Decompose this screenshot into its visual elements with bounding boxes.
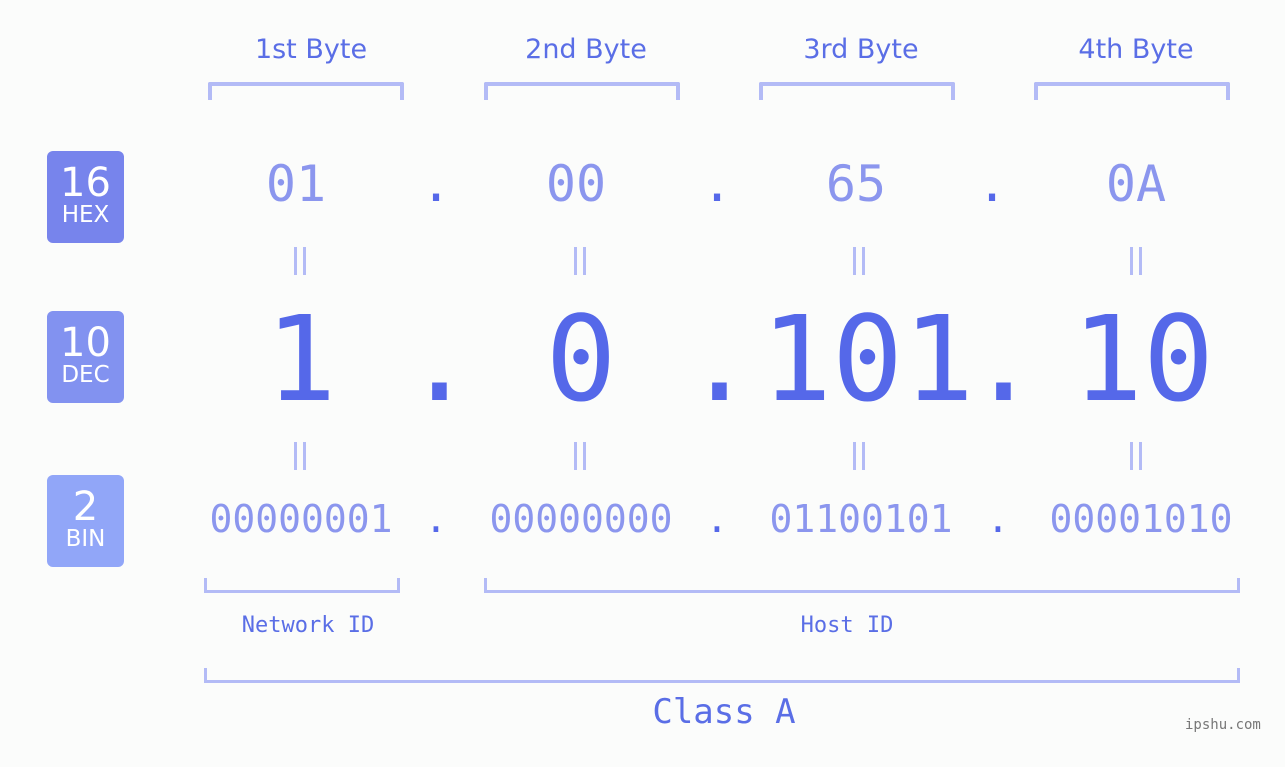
byte-bracket-2 bbox=[484, 82, 680, 100]
hex-octet-4: 0A bbox=[1105, 155, 1167, 213]
byte-header-3: 3rd Byte bbox=[803, 34, 919, 65]
network-id-label: Network ID bbox=[241, 613, 375, 638]
dec-octet-2: 0 bbox=[545, 290, 617, 428]
bin-dot-2: . bbox=[705, 497, 729, 541]
byte-bracket-3 bbox=[759, 82, 955, 100]
bin-badge: 2 BIN bbox=[47, 475, 124, 567]
bin-dot-1: . bbox=[424, 497, 448, 541]
hex-octet-1: 01 bbox=[265, 155, 327, 213]
hex-dot-3: . bbox=[976, 155, 1008, 213]
equals-icon bbox=[574, 442, 586, 470]
dec-label: DEC bbox=[61, 362, 110, 388]
bin-octet-4: 00001010 bbox=[1049, 497, 1233, 541]
host-id-label: Host ID bbox=[800, 613, 894, 638]
equals-icon bbox=[853, 442, 865, 470]
equals-icon bbox=[574, 247, 586, 275]
bin-base: 2 bbox=[72, 484, 99, 530]
byte-header-2: 2nd Byte bbox=[525, 34, 647, 65]
dec-dot-2: . bbox=[684, 290, 756, 428]
bin-label: BIN bbox=[65, 526, 106, 552]
watermark: ipshu.com bbox=[1185, 717, 1261, 733]
byte-header-1: 1st Byte bbox=[254, 34, 368, 65]
equals-icon bbox=[294, 442, 306, 470]
network-bracket bbox=[204, 578, 400, 593]
equals-icon bbox=[853, 247, 865, 275]
bin-octet-3: 01100101 bbox=[769, 497, 953, 541]
hex-dot-1: . bbox=[420, 155, 452, 213]
class-bracket bbox=[204, 668, 1240, 683]
equals-icon bbox=[1130, 442, 1142, 470]
class-label: Class A bbox=[652, 692, 796, 732]
bin-octet-2: 00000000 bbox=[489, 497, 673, 541]
bin-dot-3: . bbox=[986, 497, 1010, 541]
byte-header-4: 4th Byte bbox=[1078, 34, 1194, 65]
byte-bracket-1 bbox=[208, 82, 404, 100]
byte-bracket-4 bbox=[1034, 82, 1230, 100]
dec-base: 10 bbox=[60, 320, 111, 366]
equals-icon bbox=[1130, 247, 1142, 275]
dec-octet-1: 1 bbox=[265, 290, 337, 428]
dec-badge: 10 DEC bbox=[47, 311, 124, 403]
hex-badge: 16 HEX bbox=[47, 151, 124, 243]
hex-base: 16 bbox=[60, 160, 111, 206]
hex-octet-3: 65 bbox=[825, 155, 887, 213]
bin-octet-1: 00000001 bbox=[209, 497, 393, 541]
hex-label: HEX bbox=[61, 202, 110, 228]
dec-dot-1: . bbox=[404, 290, 476, 428]
hex-dot-2: . bbox=[701, 155, 733, 213]
hex-octet-2: 00 bbox=[545, 155, 607, 213]
dec-dot-3: . bbox=[968, 290, 1040, 428]
equals-icon bbox=[294, 247, 306, 275]
dec-octet-4: 10 bbox=[1071, 290, 1215, 428]
host-bracket bbox=[484, 578, 1240, 593]
dec-octet-3: 101 bbox=[761, 290, 975, 428]
